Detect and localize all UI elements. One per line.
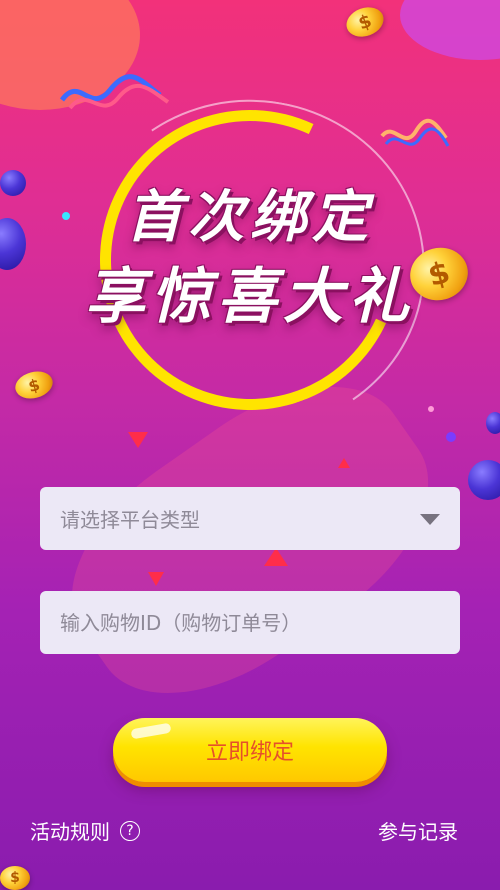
decor-triangle — [128, 432, 148, 448]
decor-triangle — [338, 458, 350, 468]
banner-title-line2: 享惊喜大礼 — [85, 262, 415, 332]
decor-blob — [400, 0, 500, 60]
decor-dot — [428, 406, 434, 412]
decor-ribbon — [380, 118, 450, 147]
bind-now-button[interactable]: 立即绑定 — [113, 718, 387, 782]
activity-rules-label: 活动规则 — [30, 820, 110, 844]
button-shine — [130, 722, 172, 740]
order-id-field[interactable] — [40, 591, 460, 654]
coin-icon: $ — [342, 2, 388, 42]
question-icon: ? — [120, 820, 140, 841]
platform-select-placeholder: 请选择平台类型 — [60, 508, 200, 532]
decor-triangle — [264, 548, 288, 566]
order-id-input[interactable] — [60, 610, 440, 635]
activity-rules-link[interactable]: 活动规则 ? — [30, 816, 140, 845]
decor-dot — [446, 432, 456, 442]
decor-ribbon — [60, 74, 170, 110]
bind-now-label: 立即绑定 — [205, 740, 294, 765]
banner-title-line1: 首次绑定 — [126, 185, 374, 250]
participation-records-link[interactable]: 参与记录 — [378, 816, 458, 845]
decor-sphere — [468, 460, 500, 500]
decor-sphere — [486, 412, 500, 434]
coin-icon: $ — [0, 866, 30, 890]
caret-down-icon — [420, 514, 440, 525]
platform-select[interactable]: 请选择平台类型 — [40, 487, 460, 550]
coin-icon: $ — [12, 367, 56, 403]
decor-triangle — [148, 572, 164, 586]
